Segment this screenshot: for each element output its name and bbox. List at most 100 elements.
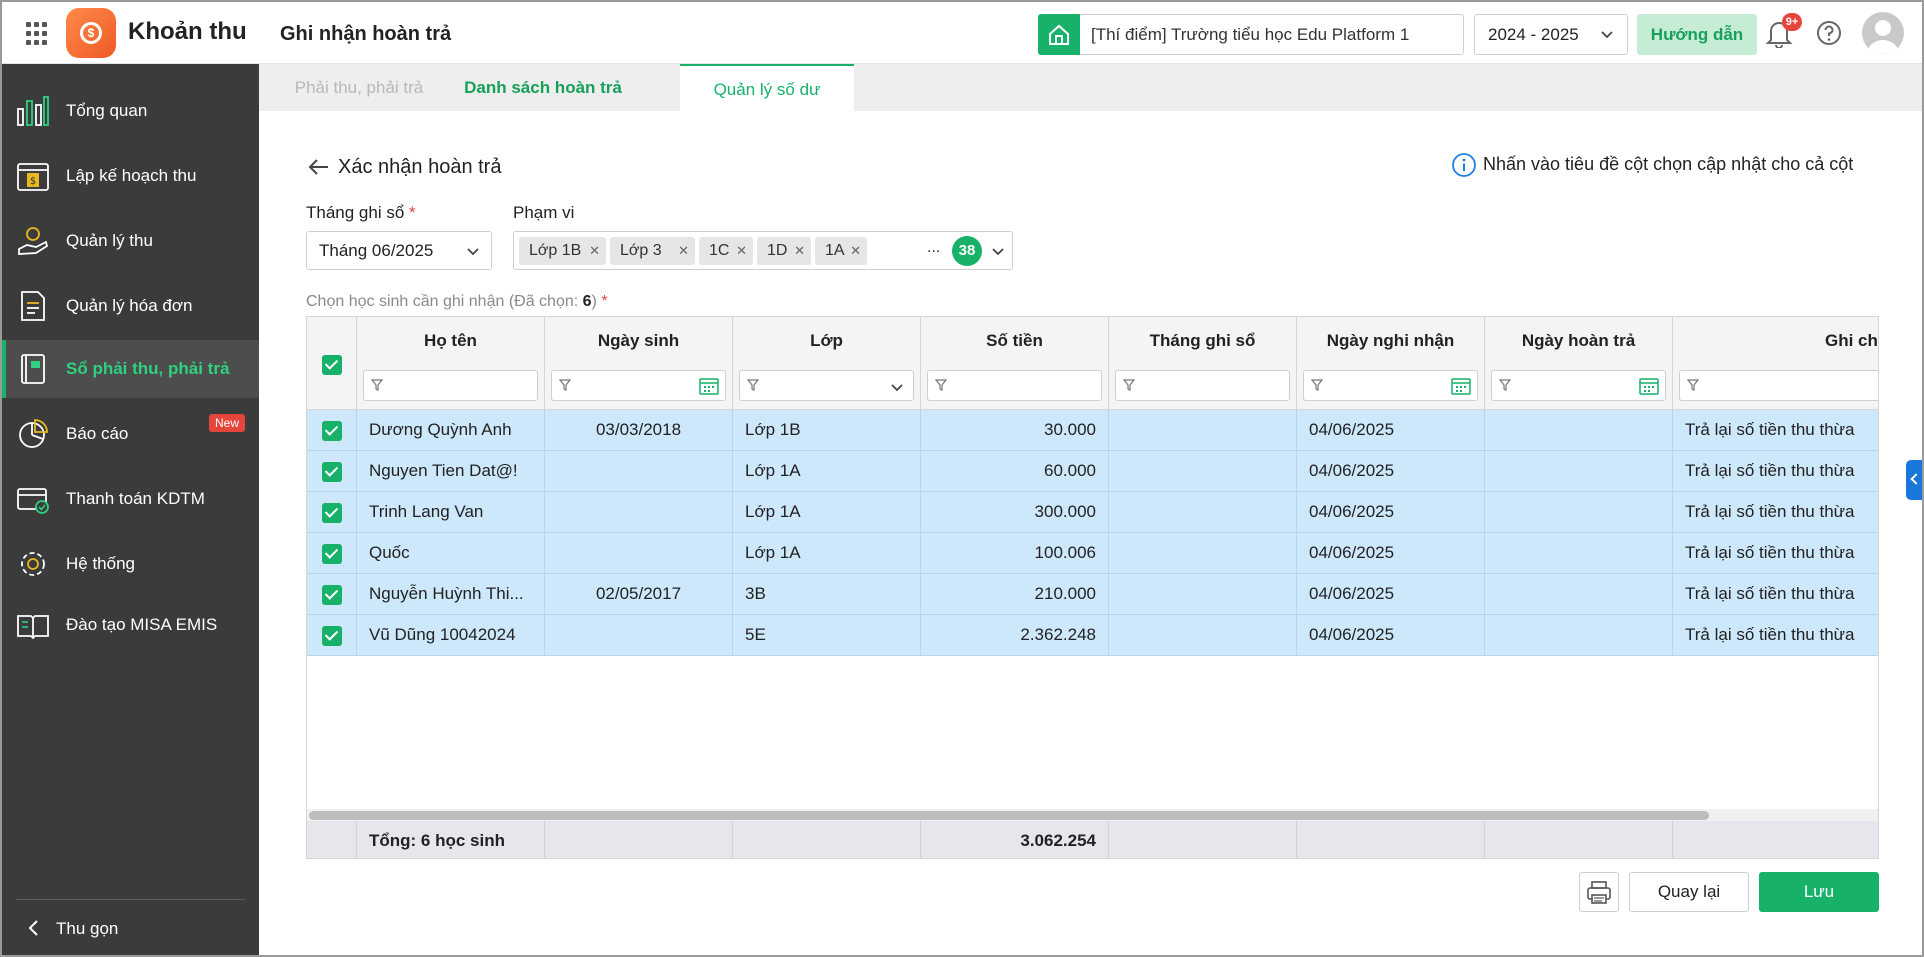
cell-dob	[545, 451, 733, 492]
print-button[interactable]	[1579, 872, 1619, 912]
scope-count-badge: 38	[952, 236, 982, 266]
column-header-lop[interactable]: Lớp	[733, 317, 921, 410]
card-payment-icon	[17, 488, 49, 514]
sidebar-item-thanh-toan-kdtm[interactable]: Thanh toán KDTM	[2, 470, 259, 528]
column-update-hint: Nhấn vào tiêu đề cột chọn cập nhật cho c…	[1451, 152, 1853, 180]
summary-total-amount: 3.062.254	[921, 821, 1109, 858]
cell-class: Lớp 1B	[733, 410, 921, 451]
school-selector[interactable]: [Thí điểm] Trường tiểu học Edu Platform …	[1038, 14, 1464, 55]
table-row[interactable]: Nguyen Tien Dat@! Lớp 1A 60.000 04/06/2025 T…	[307, 451, 1878, 492]
row-select-cell	[307, 410, 357, 451]
invoice-icon	[21, 291, 45, 321]
expand-panel-tab[interactable]	[1906, 460, 1922, 500]
collapse-sidebar-button[interactable]: Thu gọn	[24, 915, 118, 941]
remove-chip-icon[interactable]: ✕	[794, 237, 805, 265]
column-header-ho-ten[interactable]: Họ tên	[357, 317, 545, 410]
row-checkbox[interactable]	[321, 461, 342, 482]
scope-multiselect[interactable]: Lớp 1B ✕ Lớp 3 ✕ 1C ✕ 1D ✕ 1A ✕ ... 38	[513, 231, 1013, 270]
table-row[interactable]: Dương Quỳnh Anh 03/03/2018 Lớp 1B 30.000 04/…	[307, 410, 1878, 451]
calendar-icon[interactable]	[699, 377, 719, 395]
month-filter-input[interactable]	[1115, 370, 1290, 401]
dob-filter-input[interactable]	[551, 370, 726, 401]
user-avatar[interactable]	[1862, 12, 1904, 54]
horizontal-scrollbar[interactable]	[307, 809, 1878, 821]
scope-chip: 1D ✕	[757, 237, 811, 265]
filter-icon	[935, 379, 947, 391]
cell-name: Vũ Dũng 10042024	[357, 615, 545, 656]
remove-chip-icon[interactable]: ✕	[850, 237, 861, 265]
column-header-thang-ghi-so[interactable]: Tháng ghi sổ	[1109, 317, 1297, 410]
summary-blank	[1485, 821, 1673, 858]
month-select[interactable]: Tháng 06/2025	[306, 231, 492, 270]
table-row[interactable]: Nguyễn Huỳnh Thi... 02/05/2017 3B 210.000 04…	[307, 574, 1878, 615]
column-header-so-tien[interactable]: Số tiền	[921, 317, 1109, 410]
scope-more: ...	[927, 239, 941, 256]
cell-record-date: 04/06/2025	[1297, 574, 1485, 615]
remove-chip-icon[interactable]: ✕	[678, 237, 689, 265]
note-filter-input[interactable]	[1679, 370, 1878, 401]
tab-phai-thu-phai-tra[interactable]: Phải thu, phải trả	[259, 64, 459, 111]
school-year-select[interactable]: 2024 - 2025	[1474, 14, 1628, 55]
sidebar-item-quan-ly-hoa-don[interactable]: Quản lý hóa đơn	[2, 277, 259, 335]
sidebar-item-quan-ly-thu[interactable]: Quản lý thu	[2, 212, 259, 270]
cell-dob: 02/05/2017	[545, 574, 733, 615]
remove-chip-icon[interactable]: ✕	[736, 237, 747, 265]
select-all-cell	[307, 317, 357, 410]
guide-button[interactable]: Hướng dẫn	[1637, 14, 1757, 55]
column-header-ngay-nghi-nhan[interactable]: Ngày nghi nhận	[1297, 317, 1485, 410]
summary-blank	[545, 821, 733, 858]
tab-quan-ly-so-du[interactable]: Quản lý số dư	[680, 64, 854, 111]
hand-coin-icon	[18, 227, 49, 255]
filter-icon	[747, 379, 759, 391]
filter-icon	[371, 379, 383, 391]
table-row[interactable]: Trinh Lang Van Lớp 1A 300.000 04/06/2025 Trả…	[307, 492, 1878, 533]
school-year-value: 2024 - 2025	[1488, 25, 1579, 44]
refund-date-filter-input[interactable]	[1491, 370, 1666, 401]
back-arrow-icon[interactable]	[306, 154, 332, 180]
column-header-ngay-sinh[interactable]: Ngày sinh	[545, 317, 733, 410]
ledger-book-icon	[21, 354, 45, 384]
calendar-money-icon: $	[17, 163, 49, 191]
record-date-filter-input[interactable]	[1303, 370, 1478, 401]
calendar-icon[interactable]	[1451, 377, 1471, 395]
help-icon[interactable]	[1816, 20, 1842, 46]
table-row[interactable]: Vũ Dũng 10042024 5E 2.362.248 04/06/2025 Trả…	[307, 615, 1878, 656]
amount-filter-input[interactable]	[927, 370, 1102, 401]
app-grid-icon[interactable]	[26, 22, 50, 46]
cell-dob: 03/03/2018	[545, 410, 733, 451]
cell-month	[1109, 574, 1297, 615]
calendar-icon[interactable]	[1639, 377, 1659, 395]
row-checkbox[interactable]	[321, 584, 342, 605]
section-title: Xác nhận hoàn trả	[338, 156, 502, 178]
row-checkbox[interactable]	[321, 502, 342, 523]
sidebar-item-label: Hệ thống	[66, 554, 135, 573]
name-filter-input[interactable]	[363, 370, 538, 401]
column-header-ngay-hoan-tra[interactable]: Ngày hoàn trả	[1485, 317, 1673, 410]
row-checkbox[interactable]	[321, 625, 342, 646]
filter-icon	[1687, 379, 1699, 391]
scrollbar-thumb[interactable]	[309, 811, 1709, 820]
column-header-ghi-chu[interactable]: Ghi chú	[1673, 317, 1878, 410]
sidebar-item-he-thong[interactable]: Hệ thống	[2, 535, 259, 593]
chevron-left-icon	[28, 920, 38, 936]
summary-blank	[1297, 821, 1485, 858]
chevron-down-icon	[992, 248, 1004, 256]
sidebar-item-tong-quan[interactable]: Tổng quan	[2, 82, 259, 140]
save-button[interactable]: Lưu	[1759, 872, 1879, 912]
sidebar-item-so-phai-thu-phai-tra[interactable]: Sổ phải thu, phải trả	[2, 340, 259, 398]
sidebar-item-dao-tao[interactable]: Đào tạo MISA EMIS	[2, 596, 259, 654]
cell-class: Lớp 1A	[733, 451, 921, 492]
select-all-checkbox[interactable]	[322, 355, 342, 375]
class-filter-select[interactable]	[739, 370, 914, 401]
tab-danh-sach-hoan-tra[interactable]: Danh sách hoàn trả	[459, 64, 627, 111]
table-row[interactable]: Quốc Lớp 1A 100.006 04/06/2025 Trả lại số ti…	[307, 533, 1878, 574]
sidebar-item-lap-ke-hoach-thu[interactable]: $ Lập kế hoạch thu	[2, 147, 259, 205]
cell-name: Nguyen Tien Dat@!	[357, 451, 545, 492]
cell-note: Trả lại số tiền thu thừa	[1673, 574, 1878, 615]
cell-record-date: 04/06/2025	[1297, 492, 1485, 533]
row-checkbox[interactable]	[321, 543, 342, 564]
row-checkbox[interactable]	[321, 420, 342, 441]
refund-grid: Họ tên Ngày sinh Lớp Số tiền Tháng ghi s…	[306, 316, 1879, 859]
remove-chip-icon[interactable]: ✕	[589, 237, 600, 265]
back-button[interactable]: Quay lại	[1629, 872, 1749, 912]
